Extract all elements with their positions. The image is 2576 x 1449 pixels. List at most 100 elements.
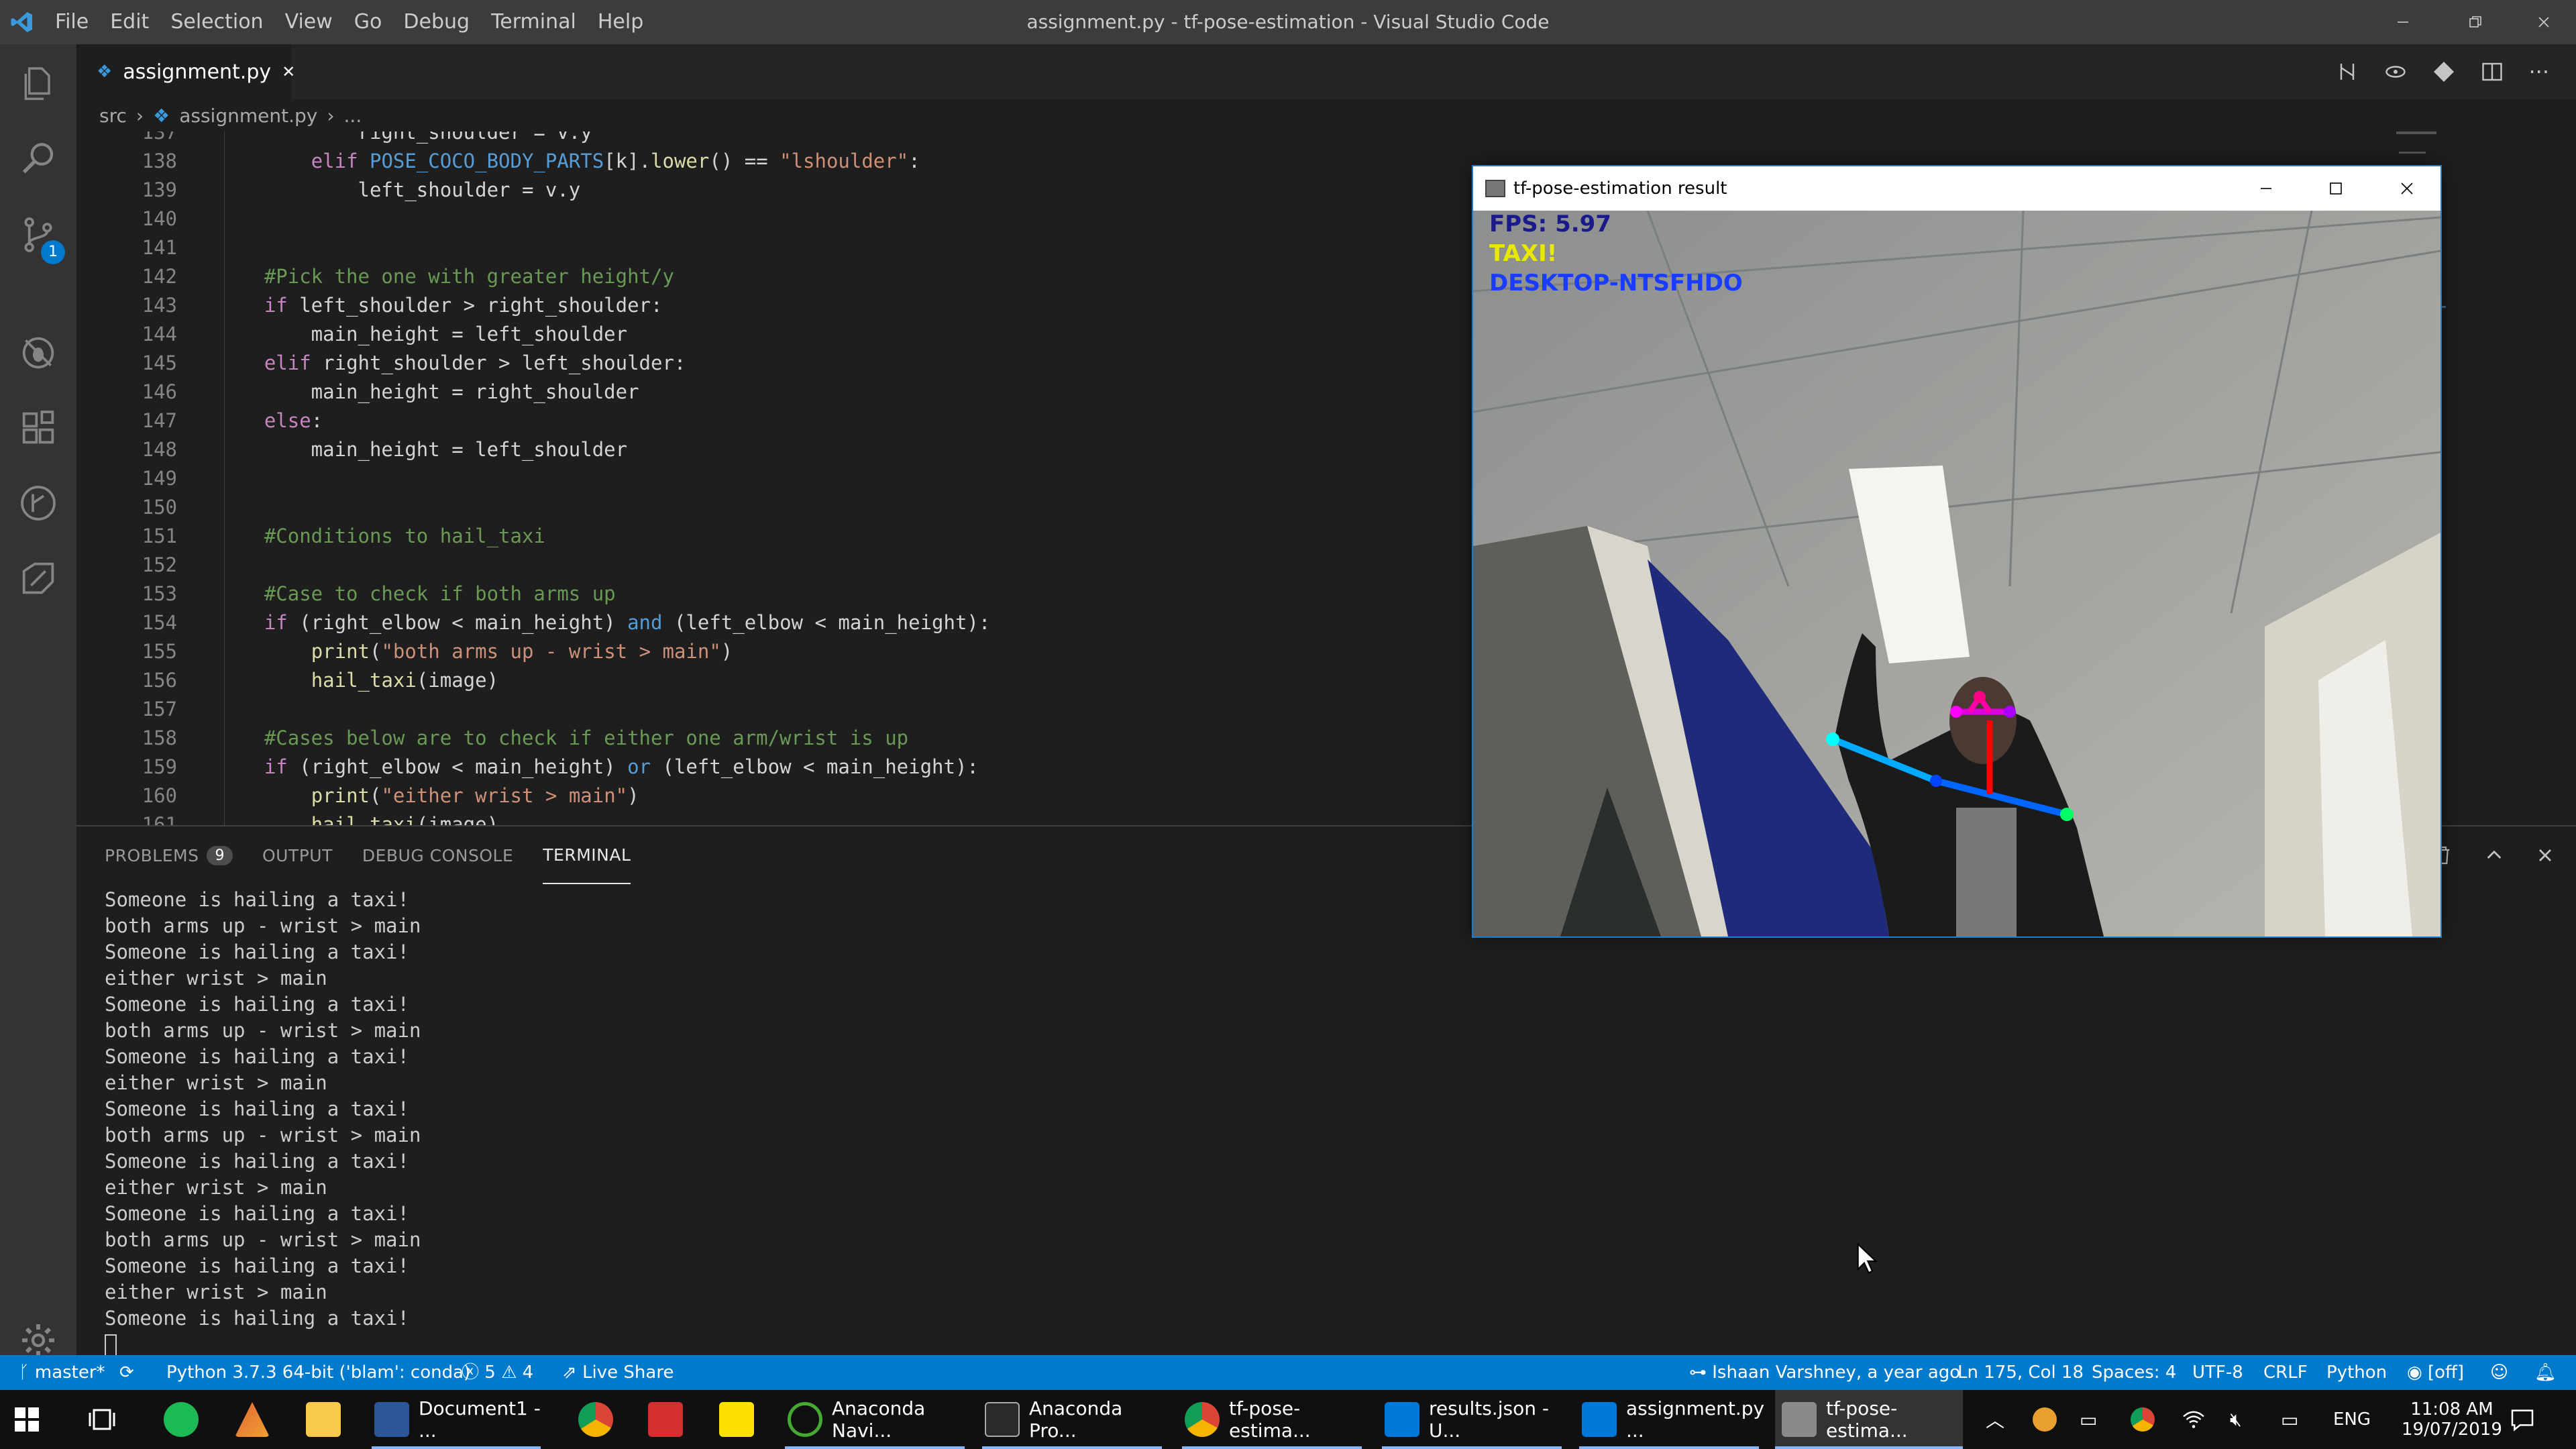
tray-app-icon[interactable] (2033, 1390, 2057, 1449)
feedback-smiley-icon[interactable]: ☺ (2490, 1355, 2508, 1390)
code-line[interactable]: 144 main_height = left_shoulder (76, 320, 1552, 349)
restore-button[interactable] (2439, 0, 2512, 44)
taskbar-file-explorer[interactable] (306, 1390, 341, 1449)
cursor-position[interactable]: Ln 175, Col 18 (1957, 1355, 2084, 1390)
code-line[interactable]: 154 if (right_elbow < main_height) and (… (76, 608, 1552, 637)
code-line[interactable]: 142 #Pick the one with greater height/y (76, 262, 1552, 291)
wifi-icon[interactable] (2182, 1390, 2206, 1449)
pose-window-titlebar[interactable]: tf-pose-estimation result (1473, 166, 2440, 211)
tray-chrome-icon[interactable] (2131, 1390, 2155, 1449)
breadcrumb-file[interactable]: assignment.py (179, 105, 317, 127)
taskbar-anaconda-navigator[interactable]: Anaconda Navi... (785, 1390, 965, 1449)
encoding[interactable]: UTF-8 (2192, 1355, 2243, 1390)
open-changes-icon[interactable] (2335, 60, 2359, 84)
code-line[interactable]: 157 (76, 695, 1552, 724)
taskbar-anaconda-prompt[interactable]: Anaconda Pro... (982, 1390, 1162, 1449)
pose-minimize-button[interactable] (2258, 180, 2274, 197)
explorer-icon[interactable] (17, 63, 60, 106)
input-keyboard-icon[interactable]: ▭ (2281, 1390, 2298, 1449)
notifications-bell-icon[interactable]: 🔔︎ (2534, 1355, 2557, 1390)
menu-view[interactable]: View (274, 0, 343, 44)
preview-toggle[interactable]: ◉ [off] (2407, 1355, 2464, 1390)
code-line[interactable]: 161 hail_taxi(image) (76, 810, 1552, 825)
menu-go[interactable]: Go (343, 0, 393, 44)
split-editor-icon[interactable] (2480, 60, 2504, 84)
code-line[interactable]: 160 print("either wrist > main") (76, 782, 1552, 810)
terminal-output[interactable]: Someone is hailing a taxi! both arms up -… (105, 887, 421, 1357)
breadcrumb-src[interactable]: src (99, 105, 127, 127)
language-indicator[interactable]: ENG (2333, 1390, 2371, 1449)
code-line[interactable]: 155 print("both arms up - wrist > main") (76, 637, 1552, 666)
taskbar-solidworks[interactable] (648, 1390, 683, 1449)
tab-output[interactable]: OUTPUT (262, 826, 333, 884)
taskbar-spotify[interactable] (164, 1390, 199, 1449)
battery-icon[interactable]: ▭ (2080, 1390, 2097, 1449)
tab-close-icon[interactable]: ✕ (282, 62, 295, 81)
minimize-button[interactable] (2367, 0, 2439, 44)
more-actions-icon[interactable]: ··· (2528, 59, 2549, 85)
git-history-icon[interactable] (17, 482, 60, 525)
taskbar-sticky-notes[interactable] (719, 1390, 754, 1449)
git-compare-icon[interactable] (2432, 60, 2456, 84)
maximize-panel-icon[interactable] (2483, 845, 2505, 866)
remote-icon[interactable] (17, 557, 60, 600)
taskbar-chrome[interactable] (578, 1390, 613, 1449)
problems-indicator[interactable]: ⓧ 5 ⚠ 4 (462, 1355, 533, 1390)
action-center-icon[interactable] (2509, 1390, 2536, 1449)
task-view-button[interactable] (87, 1390, 117, 1449)
menu-edit[interactable]: Edit (99, 0, 160, 44)
menu-help[interactable]: Help (587, 0, 654, 44)
toggle-blame-icon[interactable] (2383, 60, 2408, 84)
start-button[interactable] (13, 1390, 40, 1449)
code-line[interactable]: 159 if (right_elbow < main_height) or (l… (76, 753, 1552, 782)
code-line[interactable]: 145 elif right_shoulder > left_shoulder: (76, 349, 1552, 378)
code-line[interactable]: 138 elif POSE_COCO_BODY_PARTS[k].lower()… (76, 147, 1552, 176)
language-mode[interactable]: Python (2326, 1355, 2387, 1390)
show-hidden-icons-chevron-icon[interactable]: ︿ (1986, 1390, 2004, 1449)
tab-debug-console[interactable]: DEBUG CONSOLE (362, 826, 513, 884)
taskbar-matlab[interactable] (235, 1390, 270, 1449)
menu-file[interactable]: File (44, 0, 99, 44)
code-line[interactable]: 143 if left_shoulder > right_shoulder: (76, 291, 1552, 320)
code-line[interactable]: 150 (76, 493, 1552, 522)
tab-terminal[interactable]: TERMINAL (543, 826, 631, 884)
code-line[interactable]: 152 (76, 551, 1552, 580)
taskbar-vscode-assignment[interactable]: assignment.py ... (1579, 1390, 1764, 1449)
pose-result-window[interactable]: tf-pose-estimation result FPS: 5.97 TAXI… (1472, 165, 2442, 938)
tab-problems[interactable]: PROBLEMS 9 (105, 826, 233, 884)
code-line[interactable]: 149 (76, 464, 1552, 493)
live-share-button[interactable]: ⇗ Live Share (562, 1355, 674, 1390)
close-panel-icon[interactable] (2534, 845, 2556, 866)
branch-indicator[interactable]: ᚴ master* (19, 1355, 105, 1390)
line-ending[interactable]: CRLF (2263, 1355, 2308, 1390)
sync-icon[interactable]: ⟳ (119, 1355, 134, 1390)
taskbar-vscode-results[interactable]: results.json - U... (1382, 1390, 1562, 1449)
search-icon[interactable] (17, 138, 60, 181)
clock[interactable]: 11:08 AM 19/07/2019 (2402, 1390, 2502, 1449)
code-line[interactable]: 147 else: (76, 407, 1552, 435)
code-line[interactable]: 156 hail_taxi(image) (76, 666, 1552, 695)
taskbar-word[interactable]: Document1 - ... (372, 1390, 541, 1449)
code-line[interactable]: 158 #Cases below are to check if either … (76, 724, 1552, 753)
volume-muted-icon[interactable]: 🔇︎ (2230, 1390, 2242, 1449)
indentation[interactable]: Spaces: 4 (2092, 1355, 2176, 1390)
code-line[interactable]: 151 #Conditions to hail_taxi (76, 522, 1552, 551)
menu-debug[interactable]: Debug (392, 0, 480, 44)
code-line[interactable]: 137 right_shoulder = v.y (76, 131, 1552, 147)
code-line[interactable]: 140 (76, 205, 1552, 233)
breadcrumb-symbol[interactable]: ... (344, 105, 362, 127)
debug-icon[interactable] (17, 331, 60, 374)
menu-selection[interactable]: Selection (160, 0, 274, 44)
code-line[interactable]: 153 #Case to check if both arms up (76, 580, 1552, 608)
code-line[interactable]: 148 main_height = left_shoulder (76, 435, 1552, 464)
code-line[interactable]: 141 (76, 233, 1552, 262)
extensions-icon[interactable] (17, 407, 60, 449)
source-control-icon[interactable]: 1 (17, 213, 65, 264)
tab-assignment-py[interactable]: ❖ assignment.py ✕ (76, 44, 295, 99)
pose-close-button[interactable] (2399, 180, 2415, 197)
taskbar-chrome-tf-pose[interactable]: tf-pose-estima... (1182, 1390, 1362, 1449)
code-line[interactable]: 146 main_height = right_shoulder (76, 378, 1552, 407)
code-line[interactable]: 139 left_shoulder = v.y (76, 176, 1552, 205)
close-button[interactable] (2512, 0, 2576, 44)
pose-maximize-button[interactable] (2328, 180, 2344, 197)
